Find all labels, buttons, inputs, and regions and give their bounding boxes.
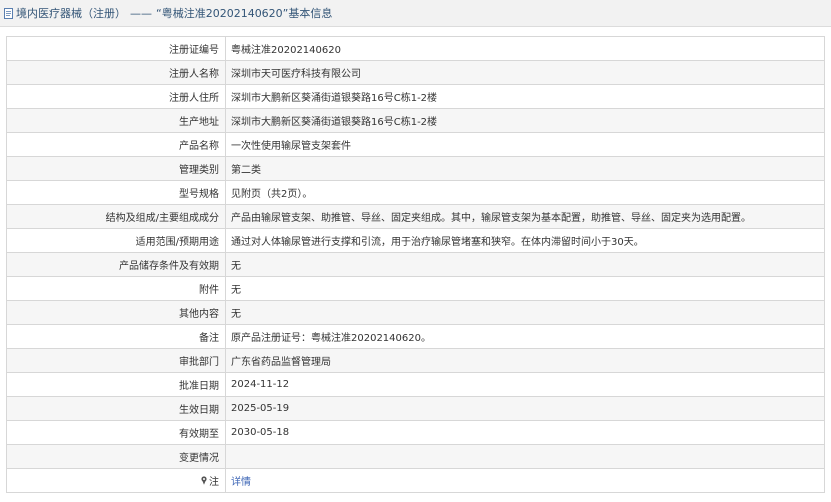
table-row: 型号规格 见附页（共2页）。 bbox=[6, 180, 825, 205]
table-row: 生产地址 深圳市大鹏新区葵涌街道银葵路16号C栋1-2楼 bbox=[6, 108, 825, 133]
row-value: 2025-05-19 bbox=[225, 396, 825, 421]
table-row: 审批部门 广东省药品监督管理局 bbox=[6, 348, 825, 373]
detail-link[interactable]: 详情 bbox=[231, 477, 251, 488]
row-label: 生产地址 bbox=[6, 108, 226, 133]
table-row: 其他内容无 bbox=[6, 300, 825, 325]
document-icon bbox=[4, 7, 13, 19]
table-row: 变更情况 bbox=[6, 444, 825, 469]
table-row: 注册人住所 深圳市大鹏新区葵涌街道银葵路16号C栋1-2楼 bbox=[6, 84, 825, 109]
row-label: 变更情况 bbox=[6, 444, 226, 469]
row-label: 适用范围/预期用途 bbox=[6, 228, 226, 253]
table-row: 注册证编号 粤械注准20202140620 bbox=[6, 36, 825, 61]
row-value: 无 bbox=[225, 276, 825, 301]
row-label: 备注 bbox=[6, 324, 226, 349]
table-row: 适用范围/预期用途 通过对人体输尿管进行支撑和引流，用于治疗输尿管堵塞和狭窄。在体… bbox=[6, 228, 825, 253]
row-value bbox=[225, 444, 825, 469]
note-label-cell: 注 bbox=[6, 468, 226, 493]
row-label: 注册证编号 bbox=[6, 36, 226, 61]
row-value: 一次性使用输尿管支架套件 bbox=[225, 132, 825, 157]
row-label: 有效期至 bbox=[6, 420, 226, 445]
header-section: 境内医疗器械（注册） bbox=[16, 7, 126, 20]
table-row: 结构及组成/主要组成成分 产品由输尿管支架、助推管、导丝、固定夹组成。其中，输尿管… bbox=[6, 204, 825, 229]
row-value: 深圳市天可医疗科技有限公司 bbox=[225, 60, 825, 85]
table-row: 产品储存条件及有效期无 bbox=[6, 252, 825, 277]
row-label: 审批部门 bbox=[6, 348, 226, 373]
header-title: “粤械注准20202140620”基本信息 bbox=[156, 7, 333, 20]
row-value: 广东省药品监督管理局 bbox=[225, 348, 825, 373]
row-label: 产品储存条件及有效期 bbox=[6, 252, 226, 277]
row-label: 生效日期 bbox=[6, 396, 226, 421]
row-value: 无 bbox=[225, 252, 825, 277]
row-label: 型号规格 bbox=[6, 180, 226, 205]
note-value: 详情 bbox=[225, 468, 825, 493]
row-label: 批准日期 bbox=[6, 372, 226, 397]
row-label: 附件 bbox=[6, 276, 226, 301]
row-value: 见附页（共2页）。 bbox=[225, 180, 825, 205]
table-row: 管理类别 第二类 bbox=[6, 156, 825, 181]
row-value: 深圳市大鹏新区葵涌街道银葵路16号C栋1-2楼 bbox=[225, 108, 825, 133]
info-table: 注册证编号 粤械注准20202140620 注册人名称 深圳市天可医疗科技有限公司 注册… bbox=[6, 36, 825, 493]
row-label: 注册人名称 bbox=[6, 60, 226, 85]
table-row: 批准日期 2024-11-12 bbox=[6, 372, 825, 397]
pin-icon bbox=[201, 476, 207, 485]
row-label: 管理类别 bbox=[6, 156, 226, 181]
table-row: 产品名称 一次性使用输尿管支架套件 bbox=[6, 132, 825, 157]
header-separator: —— bbox=[130, 6, 152, 20]
row-value: 粤械注准20202140620 bbox=[225, 36, 825, 61]
row-value: 深圳市大鹏新区葵涌街道银葵路16号C栋1-2楼 bbox=[225, 84, 825, 109]
table-row: 备注 原产品注册证号：粤械注准20202140620。 bbox=[6, 324, 825, 349]
row-value: 第二类 bbox=[225, 156, 825, 181]
row-value: 2024-11-12 bbox=[225, 372, 825, 397]
row-label: 结构及组成/主要组成成分 bbox=[6, 204, 226, 229]
row-value: 通过对人体输尿管进行支撑和引流，用于治疗输尿管堵塞和狭窄。在体内滞留时间小于30… bbox=[225, 228, 825, 253]
row-value: 2030-05-18 bbox=[225, 420, 825, 445]
table-row: 注册人名称 深圳市天可医疗科技有限公司 bbox=[6, 60, 825, 85]
table-row: 有效期至 2030-05-18 bbox=[6, 420, 825, 445]
row-label: 产品名称 bbox=[6, 132, 226, 157]
note-label: 注 bbox=[209, 477, 219, 488]
row-label: 其他内容 bbox=[6, 300, 226, 325]
row-value: 无 bbox=[225, 300, 825, 325]
table-row: 生效日期 2025-05-19 bbox=[6, 396, 825, 421]
row-value: 原产品注册证号：粤械注准20202140620。 bbox=[225, 324, 825, 349]
page-header: 境内医疗器械（注册） —— “粤械注准20202140620”基本信息 bbox=[0, 0, 831, 27]
note-row: 注 详情 bbox=[6, 468, 825, 493]
table-row: 附件无 bbox=[6, 276, 825, 301]
row-value: 产品由输尿管支架、助推管、导丝、固定夹组成。其中，输尿管支架为基本配置，助推管、… bbox=[225, 204, 825, 229]
row-label: 注册人住所 bbox=[6, 84, 226, 109]
